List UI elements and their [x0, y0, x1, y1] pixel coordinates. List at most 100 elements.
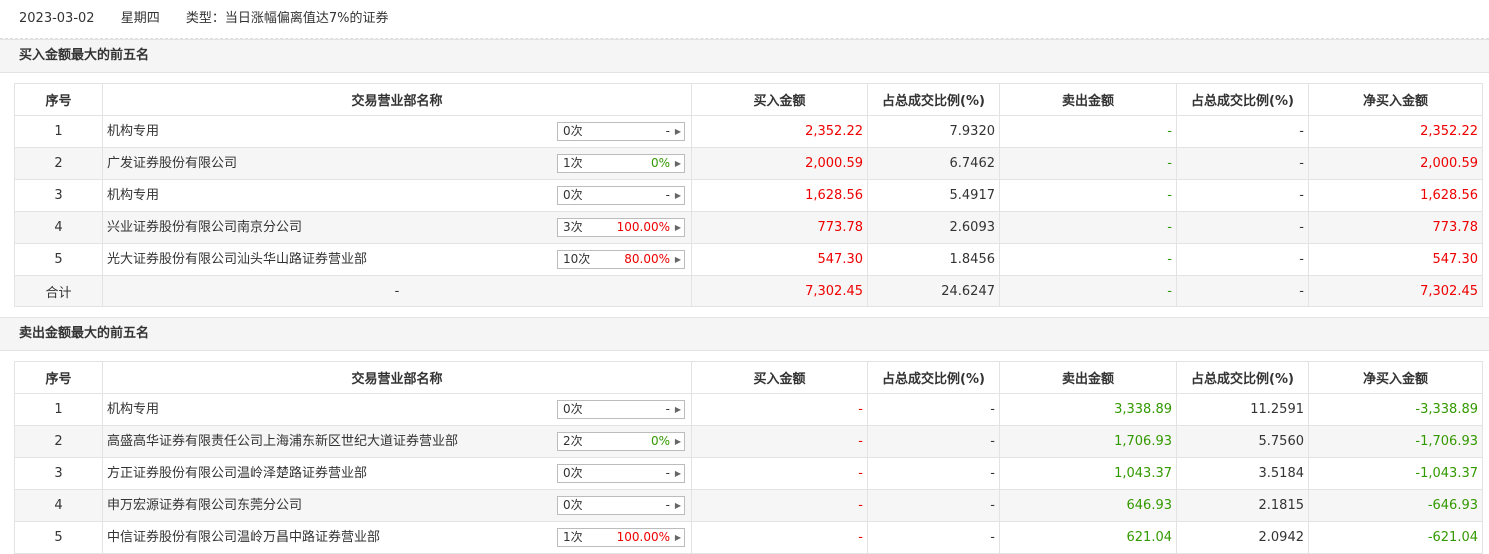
row-number: 2 — [14, 147, 103, 180]
listing-count: 0次 — [563, 188, 583, 202]
net-amount: -621.04 — [1308, 521, 1483, 554]
sell-amount: 3,338.89 — [999, 393, 1177, 426]
table-row: 1 机构专用 0次 - ▶ - - 3,338.89 11.2591 -3,33… — [14, 393, 1483, 426]
weekday: 星期四 — [120, 11, 160, 26]
dept-name-link[interactable]: 机构专用 — [107, 117, 159, 147]
total-buy-amount: 7,302.45 — [691, 275, 868, 307]
buy-ratio: - — [867, 425, 1000, 458]
buy-ratio: - — [867, 393, 1000, 426]
net-amount: 2,352.22 — [1308, 115, 1483, 148]
sell-ratio: - — [1176, 211, 1309, 244]
sell-ratio: 11.2591 — [1176, 393, 1309, 426]
listing-count-picker[interactable]: 3次 100.00% ▶ — [557, 218, 685, 237]
dept-cell: 中信证券股份有限公司温岭万昌中路证券营业部 1次 100.00% ▶ — [102, 521, 692, 554]
listing-count-picker[interactable]: 2次 0% ▶ — [557, 432, 685, 451]
dept-cell: 机构专用 0次 - ▶ — [102, 115, 692, 148]
listing-count: 1次 — [563, 156, 583, 170]
listing-count: 0次 — [563, 498, 583, 512]
table-row: 5 光大证券股份有限公司汕头华山路证券营业部 10次 80.00% ▶ 547.… — [14, 243, 1483, 276]
dept-cell: 兴业证券股份有限公司南京分公司 3次 100.00% ▶ — [102, 211, 692, 244]
sell-ratio: - — [1176, 179, 1309, 212]
listing-count: 0次 — [563, 402, 583, 416]
dept-cell: 申万宏源证券有限公司东莞分公司 0次 - ▶ — [102, 489, 692, 522]
listing-win-rate: - — [665, 124, 670, 138]
dept-name-link[interactable]: 广发证券股份有限公司 — [107, 149, 237, 179]
buy-ratio: - — [867, 489, 1000, 522]
col-buy-ratio: 占总成交比例(%) — [867, 361, 1000, 394]
listing-count-picker[interactable]: 0次 - ▶ — [557, 122, 685, 141]
buy-ratio: 7.9320 — [867, 115, 1000, 148]
net-amount: -1,706.93 — [1308, 425, 1483, 458]
buy-amount: 547.30 — [691, 243, 868, 276]
sell-amount: 1,043.37 — [999, 457, 1177, 490]
net-amount: 2,000.59 — [1308, 147, 1483, 180]
listing-count-picker[interactable]: 0次 - ▶ — [557, 464, 685, 483]
net-amount: 773.78 — [1308, 211, 1483, 244]
dept-cell: 机构专用 0次 - ▶ — [102, 179, 692, 212]
sell-amount: 621.04 — [999, 521, 1177, 554]
col-sell-amount: 卖出金额 — [999, 83, 1177, 116]
triangle-right-icon: ▶ — [674, 501, 681, 510]
total-label: 合计 — [14, 275, 103, 307]
buy-ratio: 6.7462 — [867, 147, 1000, 180]
triangle-right-icon: ▶ — [674, 437, 681, 446]
sell-amount: 646.93 — [999, 489, 1177, 522]
net-amount: 547.30 — [1308, 243, 1483, 276]
table-row: 2 高盛高华证券有限责任公司上海浦东新区世纪大道证券营业部 2次 0% ▶ - … — [14, 425, 1483, 458]
col-no: 序号 — [14, 361, 103, 394]
triangle-right-icon: ▶ — [674, 255, 681, 264]
col-sell-ratio: 占总成交比例(%) — [1176, 361, 1309, 394]
listing-win-rate: - — [665, 402, 670, 416]
listing-count-picker[interactable]: 0次 - ▶ — [557, 186, 685, 205]
sell-ratio: - — [1176, 243, 1309, 276]
triangle-right-icon: ▶ — [674, 127, 681, 136]
buy-ratio: 5.4917 — [867, 179, 1000, 212]
col-sell-ratio: 占总成交比例(%) — [1176, 83, 1309, 116]
listing-count-picker[interactable]: 1次 100.00% ▶ — [557, 528, 685, 547]
table-row: 4 申万宏源证券有限公司东莞分公司 0次 - ▶ - - 646.93 2.18… — [14, 489, 1483, 522]
buy-section-title: 买入金额最大的前五名 — [0, 39, 1489, 73]
sell-amount: - — [999, 243, 1177, 276]
listing-count-picker[interactable]: 0次 - ▶ — [557, 496, 685, 515]
listing-count: 10次 — [563, 252, 591, 266]
listing-count-picker[interactable]: 1次 0% ▶ — [557, 154, 685, 173]
net-amount: -3,338.89 — [1308, 393, 1483, 426]
dept-name-link[interactable]: 中信证券股份有限公司温岭万昌中路证券营业部 — [107, 523, 380, 553]
buy-table-header: 序号 交易营业部名称 买入金额 占总成交比例(%) 卖出金额 占总成交比例(%)… — [14, 83, 1483, 116]
dept-name-link[interactable]: 机构专用 — [107, 181, 159, 211]
dept-name-link[interactable]: 申万宏源证券有限公司东莞分公司 — [107, 491, 302, 521]
triangle-right-icon: ▶ — [674, 223, 681, 232]
net-amount: -646.93 — [1308, 489, 1483, 522]
top-info-bar: 2023-03-02 星期四 类型：当日涨幅偏离值达7%的证券 — [0, 0, 1489, 39]
sell-ratio: 2.0942 — [1176, 521, 1309, 554]
triangle-right-icon: ▶ — [674, 405, 681, 414]
listing-win-rate: 0% — [650, 434, 670, 448]
listing-win-rate: 80.00% — [624, 252, 670, 266]
dept-name-link[interactable]: 兴业证券股份有限公司南京分公司 — [107, 213, 302, 243]
listing-count: 3次 — [563, 220, 583, 234]
row-number: 5 — [14, 243, 103, 276]
row-number: 1 — [14, 115, 103, 148]
dept-name-link[interactable]: 方正证券股份有限公司温岭泽楚路证券营业部 — [107, 459, 367, 489]
dept-name-link[interactable]: 高盛高华证券有限责任公司上海浦东新区世纪大道证券营业部 — [107, 427, 458, 457]
col-dept: 交易营业部名称 — [102, 83, 692, 116]
col-buy-ratio: 占总成交比例(%) — [867, 83, 1000, 116]
sell-ratio: - — [1176, 147, 1309, 180]
listing-win-rate: 100.00% — [616, 530, 670, 544]
total-net-amount: 7,302.45 — [1308, 275, 1483, 307]
total-sell-ratio: - — [1176, 275, 1309, 307]
triangle-right-icon: ▶ — [674, 159, 681, 168]
listing-count: 2次 — [563, 434, 583, 448]
listing-count: 0次 — [563, 466, 583, 480]
dept-name-link[interactable]: 光大证券股份有限公司汕头华山路证券营业部 — [107, 245, 367, 275]
table-row: 5 中信证券股份有限公司温岭万昌中路证券营业部 1次 100.00% ▶ - -… — [14, 521, 1483, 554]
dept-name-link[interactable]: 机构专用 — [107, 395, 159, 425]
net-amount: -1,043.37 — [1308, 457, 1483, 490]
listing-count-picker[interactable]: 10次 80.00% ▶ — [557, 250, 685, 269]
buy-amount: - — [691, 457, 868, 490]
triangle-right-icon: ▶ — [674, 469, 681, 478]
row-number: 4 — [14, 489, 103, 522]
sell-table: 序号 交易营业部名称 买入金额 占总成交比例(%) 卖出金额 占总成交比例(%)… — [14, 361, 1483, 554]
sell-amount: - — [999, 211, 1177, 244]
listing-count-picker[interactable]: 0次 - ▶ — [557, 400, 685, 419]
